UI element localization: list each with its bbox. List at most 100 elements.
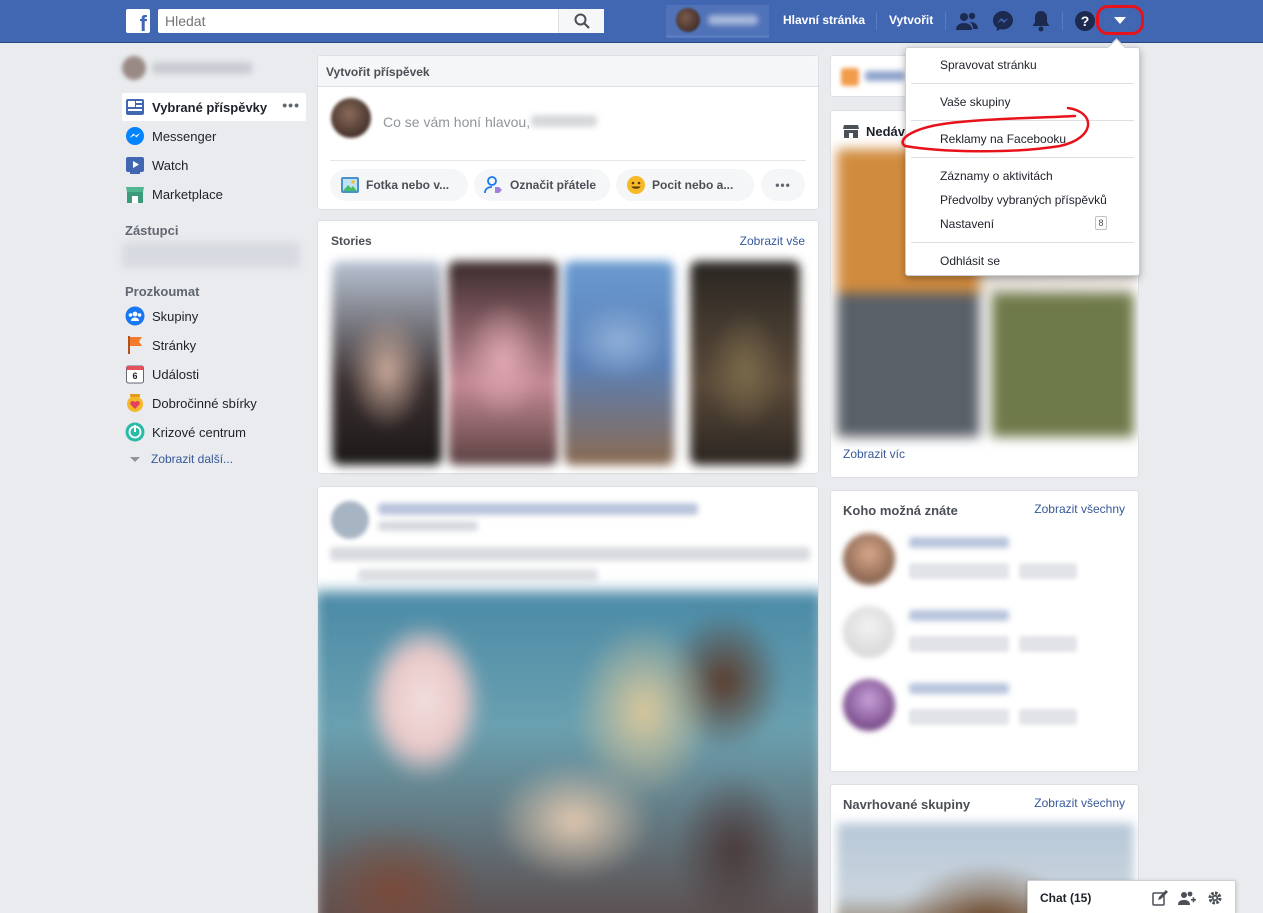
sidebar-item-messenger[interactable]: Messenger [122, 122, 306, 150]
section-heading-shortcuts: Zástupci [125, 223, 179, 238]
stories-title: Stories [331, 234, 372, 248]
recent-section-title: Nedáv [866, 124, 906, 139]
home-link[interactable]: Hlavní stránka [783, 13, 865, 27]
profile-link[interactable] [666, 5, 769, 38]
see-more-link[interactable]: Zobrazit víc [843, 447, 905, 461]
friends-icon [956, 12, 978, 30]
help-button[interactable]: ? [1072, 8, 1098, 34]
sidebar-item-label: Krizové centrum [152, 424, 246, 440]
story-thumbnail[interactable] [448, 261, 558, 465]
nav-divider [1062, 12, 1063, 30]
avatar [122, 56, 146, 80]
sidebar-item-label: Vybrané příspěvky [152, 99, 268, 115]
remove-button[interactable] [1019, 563, 1077, 579]
menu-divider [911, 242, 1134, 243]
feeling-activity-button[interactable]: Pocit nebo a... [616, 169, 754, 201]
menu-item-manage-page[interactable]: Spravovat stránku [940, 58, 1037, 72]
sidebar-profile[interactable] [122, 52, 264, 84]
photo-icon [340, 175, 360, 195]
chevron-down-icon [130, 456, 140, 462]
more-post-options-button[interactable]: ••• [761, 169, 805, 201]
list-item[interactable] [843, 679, 1133, 751]
create-post-card: Vytvořit příspěvek Co se vám honí hlavou… [317, 55, 819, 210]
facebook-logo-icon[interactable]: f [126, 9, 150, 33]
post-author-blurred [378, 503, 698, 515]
post-text-blurred [358, 569, 598, 581]
menu-item-news-feed-preferences[interactable]: Předvolby vybraných příspěvků [940, 193, 1107, 207]
see-all-people-link[interactable]: Zobrazit všechny [1034, 502, 1125, 516]
calendar-icon: 6 [125, 364, 145, 384]
friend-requests-button[interactable] [954, 8, 980, 34]
post-time-blurred [378, 521, 478, 531]
bell-icon [1032, 11, 1050, 32]
news-feed-icon [125, 97, 145, 117]
avatar [676, 8, 700, 32]
feed-post [317, 486, 819, 913]
calendar-day-number: 6 [132, 371, 138, 381]
sidebar-item-news-feed[interactable]: Vybrané příspěvky ••• [122, 93, 306, 121]
create-group-icon[interactable] [1178, 889, 1196, 907]
chat-label: Chat (15) [1040, 891, 1092, 905]
nav-divider [876, 12, 877, 30]
sidebar-item-pages[interactable]: Stránky [122, 331, 306, 359]
messenger-button[interactable] [990, 8, 1016, 34]
sidebar-item-label: Události [152, 366, 199, 382]
post-prompt-input[interactable]: Co se vám honí hlavou, [383, 114, 530, 130]
notifications-button[interactable] [1028, 8, 1054, 34]
add-friend-button[interactable] [909, 709, 1009, 725]
photo-video-button[interactable]: Fotka nebo v... [330, 169, 468, 201]
tag-friends-button[interactable]: Označit přátele [474, 169, 610, 201]
menu-divider [911, 120, 1134, 121]
list-item[interactable] [843, 533, 1133, 605]
remove-button[interactable] [1019, 636, 1077, 652]
search-button[interactable] [558, 9, 604, 33]
people-section-title: Koho možná znáte [843, 503, 958, 518]
sidebar-item-label: Dobročinné sbírky [152, 395, 257, 411]
see-all-stories-link[interactable]: Zobrazit vše [740, 234, 805, 248]
remove-button[interactable] [1019, 709, 1077, 725]
photo-video-label: Fotka nebo v... [366, 178, 450, 192]
new-message-icon[interactable] [1151, 889, 1169, 907]
nav-divider [945, 12, 946, 30]
story-thumbnail[interactable] [690, 261, 800, 465]
sidebar-item-events[interactable]: 6 Události [122, 360, 306, 388]
chat-bar[interactable]: Chat (15) [1027, 880, 1236, 913]
create-link[interactable]: Vytvořit [889, 13, 933, 27]
account-menu-button[interactable] [1096, 5, 1144, 35]
add-friend-button[interactable] [909, 563, 1009, 579]
menu-divider [911, 157, 1134, 158]
menu-item-activity-log[interactable]: Záznamy o aktivitách [940, 169, 1053, 183]
groups-icon [125, 306, 145, 326]
add-friend-button[interactable] [909, 636, 1009, 652]
see-all-groups-link[interactable]: Zobrazit všechny [1034, 796, 1125, 810]
create-post-header: Vytvořit příspěvek [318, 56, 818, 87]
more-options-icon[interactable]: ••• [282, 98, 300, 112]
feeling-icon [626, 175, 646, 195]
sidebar-item-fundraisers[interactable]: Dobročinné sbírky [122, 389, 306, 417]
menu-item-log-out[interactable]: Odhlásit se [940, 254, 1000, 268]
crisis-icon [125, 422, 145, 442]
watch-icon [125, 155, 145, 175]
sidebar-item-groups[interactable]: Skupiny [122, 302, 306, 330]
menu-divider [911, 83, 1134, 84]
sidebar-item-marketplace[interactable]: Marketplace [122, 180, 306, 208]
person-name-blurred [909, 610, 1009, 621]
story-thumbnail[interactable] [564, 261, 674, 465]
story-thumbnail[interactable] [332, 261, 442, 465]
search-input[interactable] [158, 9, 604, 33]
menu-item-settings[interactable]: Nastavení [940, 217, 994, 231]
menu-item-facebook-ads[interactable]: Reklamy na Facebooku [940, 132, 1066, 146]
sidebar-item-crisis-response[interactable]: Krizové centrum [122, 418, 306, 446]
store-icon [843, 125, 859, 138]
sidebar-item-watch[interactable]: Watch [122, 151, 306, 179]
gear-icon[interactable] [1206, 889, 1224, 907]
shortcut-item-blurred[interactable] [122, 242, 300, 268]
people-you-may-know-card: Koho možná znáte Zobrazit všechny [830, 490, 1139, 772]
list-item[interactable] [843, 606, 1133, 678]
post-photo[interactable] [318, 591, 818, 913]
show-more-link[interactable]: Zobrazit další... [130, 452, 233, 466]
menu-item-your-groups[interactable]: Vaše skupiny [940, 95, 1010, 109]
section-heading-explore: Prozkoumat [125, 284, 200, 299]
show-more-label: Zobrazit další... [151, 452, 234, 466]
dropdown-arrow-icon [1114, 16, 1126, 24]
